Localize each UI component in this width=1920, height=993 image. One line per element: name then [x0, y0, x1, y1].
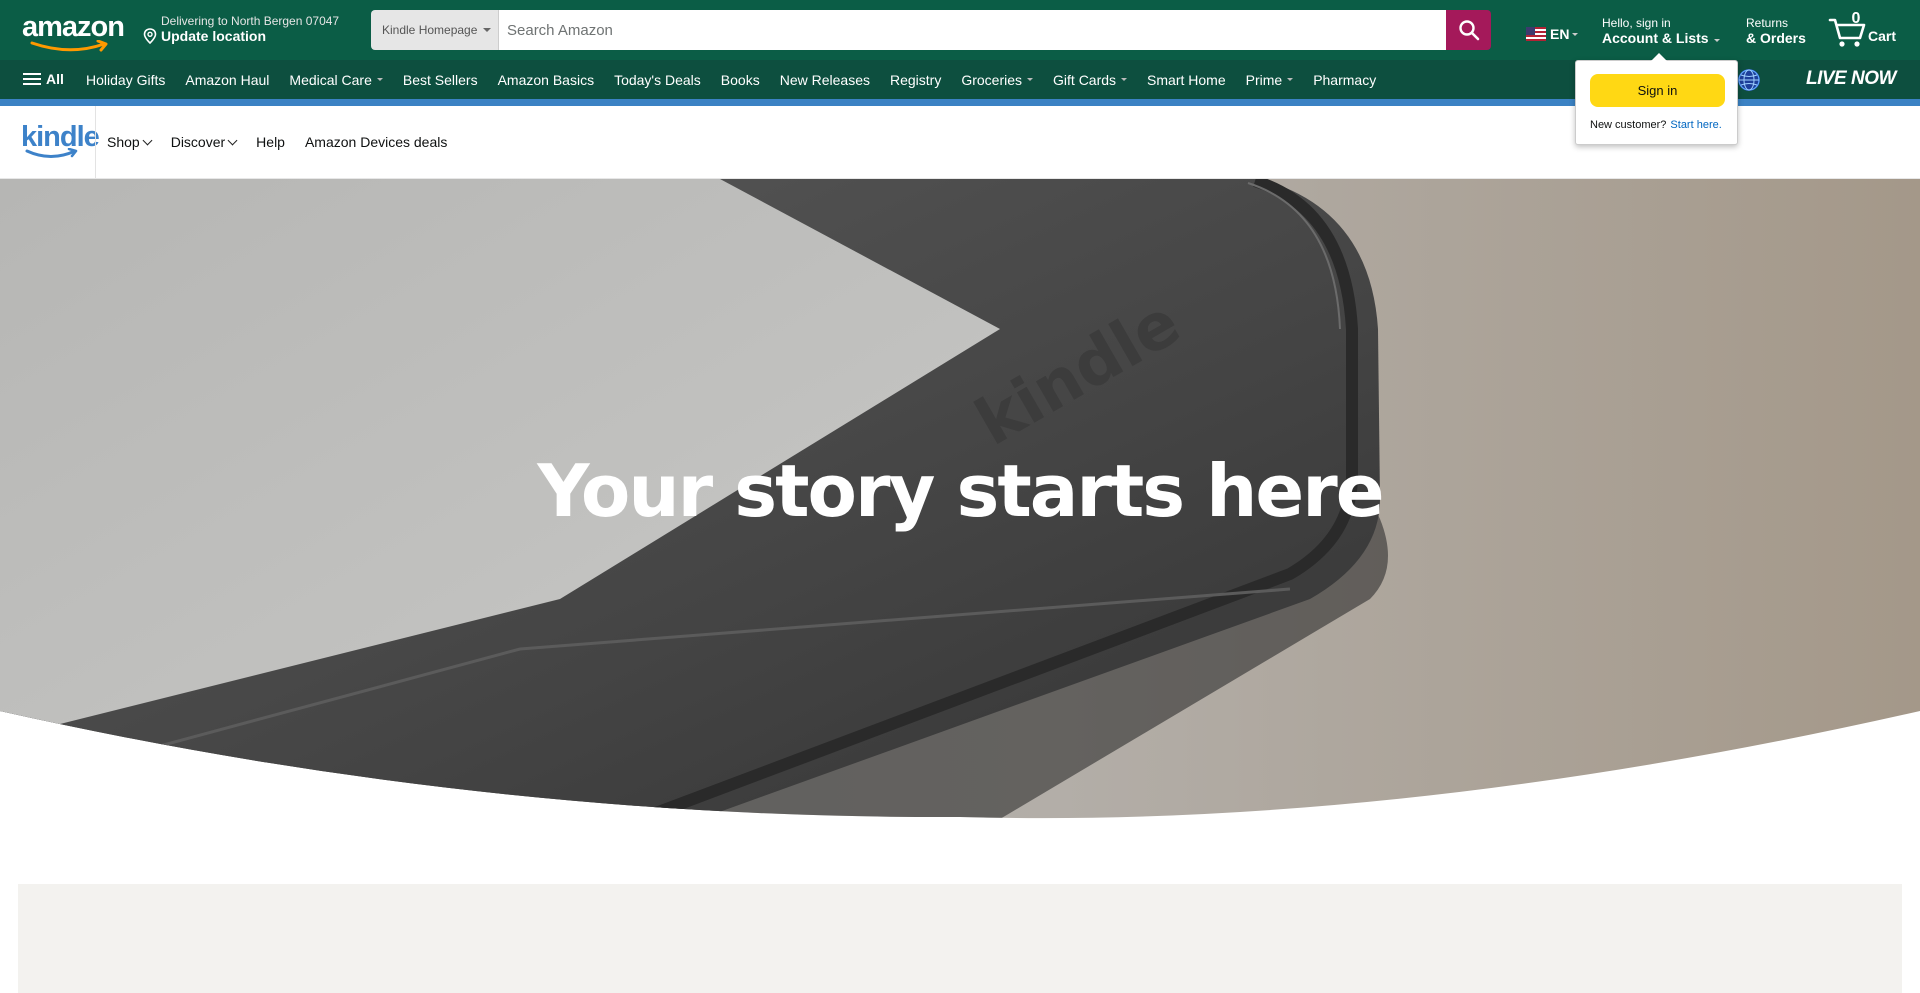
hello-sign-in-text: Hello, sign in	[1602, 16, 1671, 30]
nav-item-amazon-haul[interactable]: Amazon Haul	[175, 72, 279, 88]
new-customer-text: New customer?	[1590, 119, 1667, 131]
account-lists[interactable]: Hello, sign in Account & Lists	[1602, 16, 1720, 47]
cart-button[interactable]: 0 Cart	[1828, 10, 1900, 50]
language-selector[interactable]: EN	[1526, 26, 1579, 42]
search-department-label: Kindle Homepage	[382, 23, 478, 37]
live-now-link[interactable]: LIVE NOW	[1806, 68, 1896, 90]
nav-item-label: Amazon Basics	[497, 71, 595, 88]
signin-button[interactable]: Sign in	[1590, 74, 1725, 107]
kindle-nav-label: Shop	[107, 134, 140, 150]
caret-down-icon	[376, 78, 383, 81]
content-section	[18, 884, 1902, 993]
caret-down-icon	[1027, 78, 1034, 81]
kindle-nav-label: Help	[256, 134, 285, 150]
returns-orders[interactable]: Returns & Orders	[1746, 16, 1806, 47]
top-header: amazon Delivering to North Bergen 07047 …	[0, 0, 1920, 60]
hero-title: Your story starts here	[537, 449, 1384, 533]
kindle-logo-text: kindle	[21, 121, 100, 153]
nav-item-pharmacy[interactable]: Pharmacy	[1303, 72, 1386, 88]
nav-item-label: Today's Deals	[614, 71, 701, 88]
hero-banner: kindle Your story starts here	[0, 179, 1920, 819]
nav-item-amazon-basics[interactable]: Amazon Basics	[488, 72, 604, 88]
language-code: EN	[1550, 26, 1570, 42]
nav-item-prime[interactable]: Prime	[1236, 72, 1304, 88]
kindle-nav-help[interactable]: Help	[256, 134, 285, 150]
amazon-logo-text: amazon	[22, 11, 125, 43]
kindle-nav-amazon-devices-deals[interactable]: Amazon Devices deals	[305, 134, 447, 150]
caret-down-icon	[1572, 32, 1579, 36]
caret-down-icon	[1287, 78, 1294, 81]
nav-items: Holiday Gifts Amazon Haul Medical Care Best…	[76, 60, 1386, 99]
nav-item-label: Pharmacy	[1313, 71, 1377, 88]
caret-down-icon	[483, 28, 492, 32]
update-location-text: Update location	[161, 28, 267, 44]
nav-item-medical-care[interactable]: Medical Care	[279, 72, 392, 88]
delivery-location[interactable]: Delivering to North Bergen 07047 Update …	[143, 14, 339, 45]
hamburger-icon	[23, 70, 41, 88]
all-menu-button[interactable]: All	[23, 70, 64, 88]
account-lists-label: Account & Lists	[1602, 30, 1720, 47]
nav-item-new-releases[interactable]: New Releases	[770, 72, 880, 88]
amazon-smile-icon	[30, 40, 108, 52]
us-flag-icon	[1526, 27, 1546, 41]
search-department-select[interactable]: Kindle Homepage	[371, 10, 499, 50]
nav-item-holiday-gifts[interactable]: Holiday Gifts	[76, 72, 175, 88]
nav-item-label: Amazon Haul	[185, 71, 270, 88]
popover-arrow	[1651, 53, 1667, 61]
kindle-divider	[95, 106, 96, 178]
nav-item-best-sellers[interactable]: Best Sellers	[393, 72, 488, 88]
nav-item-label: New Releases	[779, 71, 870, 88]
all-menu-label: All	[46, 71, 64, 87]
nav-item-today-s-deals[interactable]: Today's Deals	[604, 72, 711, 88]
kindle-nav-label: Discover	[170, 134, 226, 150]
nav-item-gift-cards[interactable]: Gift Cards	[1043, 72, 1137, 88]
new-customer-line: New customer? Start here.	[1590, 119, 1722, 131]
account-lists-text: Account & Lists	[1602, 30, 1709, 46]
kindle-nav-discover[interactable]: Discover	[170, 134, 238, 150]
start-here-link[interactable]: Start here.	[1670, 119, 1721, 131]
nav-item-label: Gift Cards	[1053, 71, 1117, 88]
caret-down-icon	[1121, 78, 1128, 81]
location-pin-icon	[143, 28, 157, 44]
chevron-down-icon	[142, 135, 153, 145]
search-icon	[1458, 20, 1479, 41]
kindle-nav-items: Shop Discover Help Amazon Devices deals	[107, 106, 467, 178]
chevron-down-icon	[227, 135, 238, 145]
nav-item-label: Registry	[889, 71, 942, 88]
kindle-smile-icon	[25, 148, 78, 158]
cart-count: 0	[1851, 10, 1861, 27]
nav-item-label: Best Sellers	[402, 71, 478, 88]
nav-item-smart-home[interactable]: Smart Home	[1137, 72, 1236, 88]
search-input[interactable]	[499, 10, 1446, 50]
orders-text: & Orders	[1746, 30, 1806, 46]
signin-popover: Sign in New customer? Start here.	[1575, 53, 1738, 145]
returns-text: Returns	[1746, 16, 1789, 30]
nav-item-label: Groceries	[961, 71, 1023, 88]
kindle-nav-label: Amazon Devices deals	[304, 134, 448, 150]
nav-item-books[interactable]: Books	[711, 72, 770, 88]
cart-label: Cart	[1868, 28, 1897, 44]
caret-down-icon	[1713, 38, 1720, 42]
nav-item-label: Medical Care	[289, 71, 372, 88]
kindle-nav-shop[interactable]: Shop	[107, 134, 153, 150]
nav-item-groceries[interactable]: Groceries	[951, 72, 1043, 88]
nav-item-label: Prime	[1245, 71, 1283, 88]
amazon-logo[interactable]: amazon	[22, 11, 125, 52]
search-button[interactable]	[1446, 10, 1491, 50]
nav-item-label: Holiday Gifts	[86, 71, 166, 88]
nav-item-registry[interactable]: Registry	[880, 72, 951, 88]
nav-item-label: Books	[720, 71, 760, 88]
search-bar: Kindle Homepage	[371, 10, 1491, 50]
kindle-logo[interactable]: kindle	[21, 121, 100, 168]
deliver-to-text: Delivering to North Bergen 07047	[161, 14, 340, 28]
nav-item-label: Smart Home	[1147, 71, 1226, 88]
globe-icon[interactable]	[1737, 68, 1761, 92]
